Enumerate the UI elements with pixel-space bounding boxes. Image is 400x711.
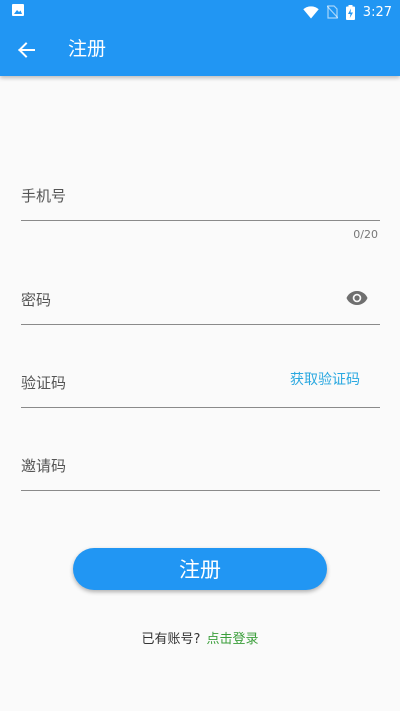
password-label: 密码 (21, 291, 52, 309)
wifi-icon (303, 5, 319, 18)
back-button[interactable] (12, 36, 40, 64)
verify-code-underline (21, 407, 380, 408)
eye-icon (346, 291, 368, 305)
verify-code-label: 验证码 (21, 374, 67, 392)
login-prompt-text: 已有账号? (141, 632, 201, 647)
get-verify-code-button[interactable]: 获取验证码 (290, 369, 360, 389)
login-link[interactable]: 点击登录 (206, 632, 258, 647)
register-button[interactable]: 注册 (73, 548, 327, 590)
login-prompt: 已有账号? 点击登录 (0, 628, 400, 647)
invite-code-underline (21, 490, 380, 491)
toolbar: 注册 (0, 24, 400, 76)
page-title: 注册 (68, 38, 107, 60)
password-underline (21, 324, 380, 325)
arrow-left-icon (18, 42, 35, 58)
invite-code-field[interactable]: 邀请码 (21, 441, 380, 496)
phone-char-counter: 0/20 (353, 228, 378, 241)
image-icon (12, 4, 24, 16)
invite-code-label: 邀请码 (21, 457, 67, 475)
phone-label: 手机号 (21, 187, 67, 205)
status-time: 3:27 (362, 4, 392, 20)
phone-field[interactable]: 手机号 (21, 170, 380, 230)
status-bar: 3:27 (0, 0, 400, 24)
status-icons: 3:27 (303, 3, 392, 21)
no-sim-icon (326, 5, 338, 19)
password-visibility-toggle[interactable] (345, 286, 369, 310)
battery-charging-icon (345, 4, 355, 20)
phone-underline (21, 220, 380, 221)
app-bar: 3:27 注册 (0, 0, 400, 76)
password-field[interactable]: 密码 (21, 275, 380, 330)
